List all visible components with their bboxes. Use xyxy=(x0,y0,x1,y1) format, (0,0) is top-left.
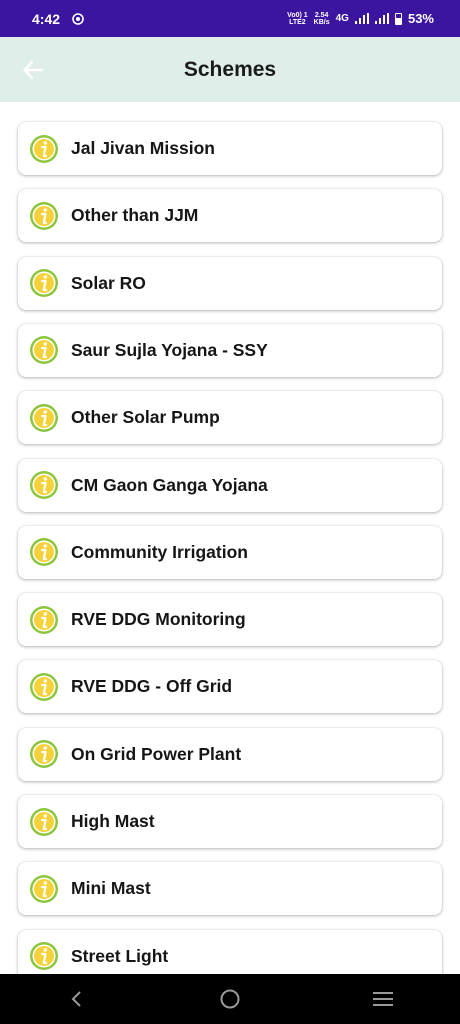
scheme-label: Community Irrigation xyxy=(71,541,248,562)
scheme-label: Street Light xyxy=(71,945,169,966)
info-icon xyxy=(30,538,58,567)
scheme-label: RVE DDG - Off Grid xyxy=(71,676,233,697)
info-icon xyxy=(30,740,58,769)
scheme-label: Solar RO xyxy=(71,272,146,293)
info-icon xyxy=(30,807,58,836)
navigation-bar xyxy=(0,974,460,1024)
battery-percent: 53% xyxy=(407,11,434,26)
signal-icon xyxy=(354,13,369,24)
scheme-card[interactable]: Mini Mast xyxy=(18,862,442,916)
scheme-card[interactable]: RVE DDG Monitoring xyxy=(18,593,442,647)
scheme-card[interactable]: Street Light xyxy=(18,929,442,974)
info-icon xyxy=(30,403,58,432)
nav-back-button[interactable] xyxy=(52,979,102,1019)
info-icon xyxy=(30,269,58,298)
scheme-label: Jal Jivan Mission xyxy=(71,138,215,158)
scheme-card[interactable]: Community Irrigation xyxy=(18,525,442,579)
back-button[interactable] xyxy=(18,55,48,85)
scheme-card[interactable]: RVE DDG - Off Grid xyxy=(18,660,442,714)
info-icon xyxy=(30,336,58,365)
app-notification-icon xyxy=(72,12,84,25)
info-icon xyxy=(30,471,58,499)
info-icon xyxy=(30,942,58,971)
battery-icon xyxy=(394,12,402,25)
scheme-label: CM Gaon Ganga Yojana xyxy=(71,474,268,495)
info-icon xyxy=(30,605,58,634)
signal-icon-sim2 xyxy=(374,13,389,24)
scheme-label: Saur Sujla Yojana - SSY xyxy=(71,339,268,360)
nav-home-icon xyxy=(220,989,240,1009)
info-icon xyxy=(30,874,58,903)
status-time: 4:42 xyxy=(32,10,61,27)
nav-back-icon xyxy=(71,991,81,1007)
nav-home-button[interactable] xyxy=(205,979,255,1019)
scheme-label: High Mast xyxy=(71,811,155,831)
scheme-card[interactable]: Other than JJM xyxy=(18,189,442,243)
scheme-label: Mini Mast xyxy=(71,878,151,899)
scheme-label: Other than JJM xyxy=(71,205,199,226)
scheme-list[interactable]: Jal Jivan Mission Other than JJM Solar RO S… xyxy=(0,102,460,974)
nav-recents-icon xyxy=(373,992,394,1006)
app-bar: Schemes xyxy=(0,37,460,102)
status-bar: 4:42 Vo0) 1 LTE2 2.54 KB/s 4G 53% xyxy=(0,0,460,37)
scheme-card[interactable]: High Mast xyxy=(18,795,442,848)
network-type: 4G xyxy=(335,13,349,24)
arrow-back-icon xyxy=(23,60,44,80)
scheme-card[interactable]: Solar RO xyxy=(18,256,442,310)
scheme-card[interactable]: Jal Jivan Mission xyxy=(18,122,442,175)
info-icon xyxy=(30,672,58,701)
network-speed: 2.54 KB/s xyxy=(313,11,330,26)
scheme-label: On Grid Power Plant xyxy=(71,743,242,764)
scheme-card[interactable]: On Grid Power Plant xyxy=(18,727,442,781)
info-icon xyxy=(30,201,58,230)
scheme-label: RVE DDG Monitoring xyxy=(71,609,246,630)
scheme-card[interactable]: Other Solar Pump xyxy=(18,391,442,445)
scheme-card[interactable]: Saur Sujla Yojana - SSY xyxy=(18,323,442,377)
scheme-card[interactable]: CM Gaon Ganga Yojana xyxy=(18,458,442,512)
volte-indicator: Vo0) 1 LTE2 xyxy=(287,11,308,26)
nav-recents-button[interactable] xyxy=(358,979,408,1019)
info-icon xyxy=(30,134,58,163)
scheme-label: Other Solar Pump xyxy=(71,407,220,428)
page-title: Schemes xyxy=(183,57,277,81)
